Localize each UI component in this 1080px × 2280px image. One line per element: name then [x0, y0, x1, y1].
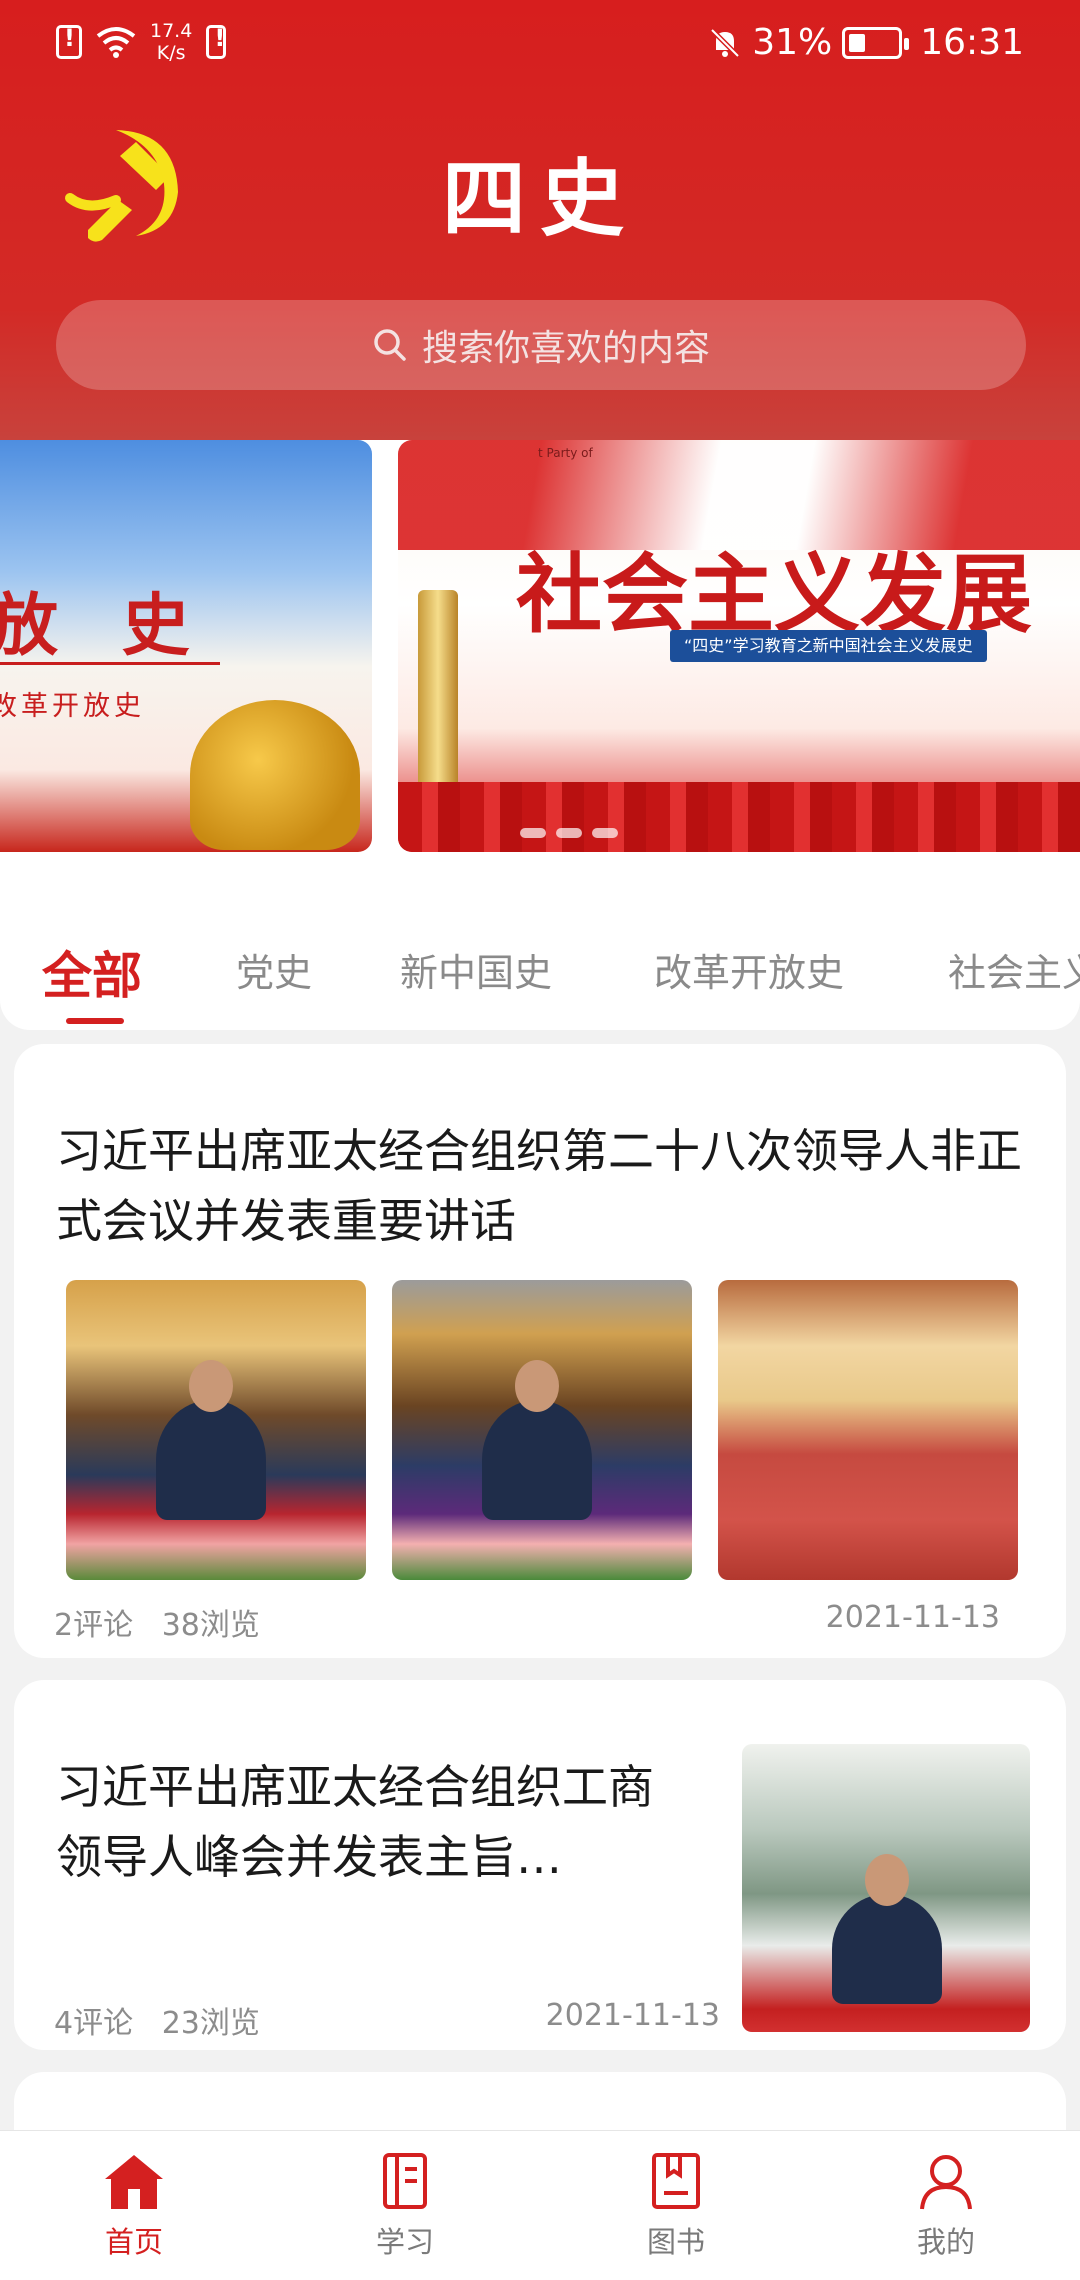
banner-tag: t Party of	[538, 446, 593, 460]
speaker-figure	[156, 1360, 266, 1520]
skyline-image	[398, 782, 1080, 852]
active-tab-indicator	[66, 1018, 124, 1024]
nav-label: 学习	[375, 2225, 434, 2259]
view-count: 38浏览	[161, 1608, 260, 1643]
carousel-dot[interactable]	[520, 828, 546, 838]
banner-subtitle: “四史”学习教育之新中国社会主义发展史	[670, 630, 987, 662]
banner-carousel[interactable]: 放 史 改革开放史 t Party of 社会主义发展 “四史”学习教育之新中国…	[0, 440, 1080, 852]
banner-slide[interactable]: t Party of 社会主义发展 “四史”学习教育之新中国社会主义发展史	[398, 440, 1080, 852]
tab-new-china-history[interactable]: 新中国史	[400, 942, 552, 997]
nav-books[interactable]: 图书	[606, 2151, 746, 2261]
study-icon	[383, 2153, 427, 2209]
banner-title: 放 史	[0, 586, 210, 666]
book-icon	[652, 2153, 700, 2209]
search-bar[interactable]: 搜索你喜欢的内容	[56, 300, 1026, 390]
article-title[interactable]: 习近平出席亚太经合组织工商领导人峰会并发表主旨…	[56, 1752, 696, 1892]
carousel-dot[interactable]	[556, 828, 582, 838]
status-bar: 17.4 K/s 31% 16:31	[0, 0, 1080, 92]
speaker-figure	[482, 1360, 592, 1520]
search-icon	[374, 329, 406, 361]
profile-icon	[920, 2155, 972, 2210]
banner-slide[interactable]: 放 史 改革开放史	[0, 440, 372, 852]
article-date: 2021-11-13	[545, 1998, 720, 2033]
comment-count: 2评论	[54, 1608, 134, 1643]
article-card[interactable]: 习近平出席亚太经合组织工商领导人峰会并发表主旨… 4评论 23浏览 2021-1…	[14, 1680, 1066, 2050]
app-title: 四史	[441, 149, 638, 248]
tab-reform-history[interactable]: 改革开放史	[654, 942, 844, 997]
nav-label: 图书	[646, 2225, 705, 2259]
article-stats: 2评论 38浏览	[54, 1600, 260, 1644]
battery-percent: 31%	[752, 22, 833, 63]
sim-alert-icon	[56, 24, 82, 59]
speaker-figure	[832, 1854, 942, 2004]
clock: 16:31	[920, 22, 1024, 63]
banner-divider	[0, 662, 220, 665]
tab-party-history[interactable]: 党史	[236, 942, 312, 997]
nav-study[interactable]: 学习	[335, 2151, 475, 2261]
search-placeholder: 搜索你喜欢的内容	[421, 328, 710, 369]
carousel-dot[interactable]	[592, 828, 618, 838]
banner-subtitle: 改革开放史	[0, 691, 145, 722]
home-icon	[105, 2155, 163, 2209]
article-image[interactable]	[718, 1280, 1018, 1580]
nav-profile[interactable]: 我的	[876, 2151, 1016, 2261]
battery-alert-icon	[206, 24, 227, 59]
nav-label: 首页	[104, 2225, 163, 2259]
article-card[interactable]: 习近平出席亚太经合组织第二十八次领导人非正式会议并发表重要讲话 2评论 38浏览…	[14, 1044, 1066, 1658]
view-count: 23浏览	[161, 2006, 260, 2041]
tab-socialism-history[interactable]: 社会主义	[948, 942, 1080, 997]
article-title[interactable]: 习近平出席亚太经合组织第二十八次领导人非正式会议并发表重要讲话	[56, 1116, 1046, 1256]
carousel-indicator	[520, 828, 618, 838]
article-stats: 4评论 23浏览	[54, 1998, 260, 2042]
category-tabs: 全部 党史 新中国史 改革开放史 社会主义	[0, 852, 1080, 1030]
wifi-icon	[96, 27, 136, 58]
nav-home[interactable]: 首页	[64, 2151, 204, 2261]
comment-count: 4评论	[54, 2006, 134, 2041]
article-date: 2021-11-13	[825, 1600, 1000, 1635]
header: 17.4 K/s 31% 16:31 四史 搜索你喜欢的内容	[0, 0, 1080, 440]
bottom-nav: 首页 学习 图书 我的	[0, 2130, 1080, 2280]
lion-statue-image	[190, 700, 360, 850]
article-image[interactable]	[392, 1280, 692, 1580]
network-speed: 17.4 K/s	[150, 20, 193, 64]
tab-all[interactable]: 全部	[42, 936, 142, 1008]
article-image[interactable]	[66, 1280, 366, 1580]
nav-label: 我的	[916, 2225, 975, 2259]
battery-icon	[842, 26, 910, 59]
article-image[interactable]	[742, 1744, 1030, 2032]
mute-bell-icon	[710, 27, 741, 58]
